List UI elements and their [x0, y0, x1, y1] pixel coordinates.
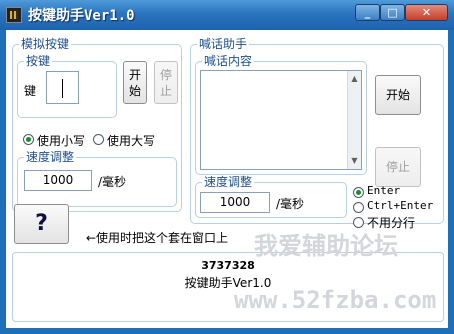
window-title: 按键助手Ver1.0 [28, 8, 135, 24]
help-hint-text: ←使用时把这个套在窗口上 [86, 231, 229, 245]
scroll-down-icon[interactable]: ▼ [348, 153, 361, 169]
key-label: 键 [24, 84, 37, 98]
shout-group: 喊话助手 喊话内容 ▲ ▼ 开始 停止 速度调整 1000 /毫秒 Enter … [190, 37, 444, 230]
key-speed-unit: /毫秒 [98, 175, 127, 189]
key-subgroup-title: 按键 [24, 54, 53, 68]
shout-start-button[interactable]: 开始 [375, 75, 421, 115]
key-input[interactable] [46, 71, 79, 104]
shout-group-title: 喊话助手 [197, 37, 250, 51]
close-button[interactable]: ✕ [405, 4, 448, 21]
shout-speed-input[interactable]: 1000 [200, 192, 270, 213]
minimize-button[interactable]: _ [355, 4, 380, 21]
maximize-button[interactable]: □ [380, 4, 405, 21]
key-subgroup: 按键 键 [17, 54, 117, 118]
client-area: 模拟按键 按键 键 开 始 停 止 使用小写 使用大写 速度调整 1000 /毫… [6, 30, 448, 328]
key-sim-group-title: 模拟按键 [19, 37, 72, 51]
radio-enter[interactable] [353, 187, 364, 198]
key-speed-group: 速度调整 1000 /毫秒 [17, 150, 177, 207]
radio-uppercase-label[interactable]: 使用大写 [107, 132, 155, 149]
info-code: 3737328 [201, 259, 255, 272]
shout-speed-title: 速度调整 [202, 175, 255, 189]
minimize-icon: _ [364, 6, 371, 19]
key-stop-button[interactable]: 停 止 [154, 61, 178, 104]
help-button[interactable]: ? [14, 204, 69, 244]
key-sim-group: 模拟按键 按键 键 开 始 停 止 使用小写 使用大写 速度调整 1000 /毫… [12, 37, 182, 212]
title-bar[interactable]: 按键助手Ver1.0 _ □ ✕ [0, 0, 454, 30]
key-speed-input[interactable]: 1000 [24, 170, 92, 191]
shout-content-textarea[interactable]: ▲ ▼ [200, 70, 362, 170]
app-icon [6, 7, 22, 23]
app-window: 按键助手Ver1.0 _ □ ✕ 模拟按键 按键 键 开 始 停 止 使用小写 … [0, 0, 454, 334]
shout-speed-unit: /毫秒 [276, 197, 305, 211]
key-speed-title: 速度调整 [24, 150, 77, 164]
radio-lowercase[interactable] [23, 134, 34, 145]
shout-speed-group: 速度调整 1000 /毫秒 [195, 175, 347, 218]
maximize-icon: □ [387, 6, 398, 19]
radio-uppercase[interactable] [93, 134, 104, 145]
info-app-name: 按键助手Ver1.0 [184, 276, 272, 290]
text-caret [62, 79, 63, 98]
close-icon: ✕ [421, 6, 432, 19]
shout-stop-button[interactable]: 停止 [375, 147, 421, 187]
radio-ctrl-enter-label[interactable]: Ctrl+Enter [367, 199, 433, 212]
scroll-up-icon[interactable]: ▲ [348, 71, 361, 87]
radio-enter-label[interactable]: Enter [367, 184, 400, 197]
radio-no-split[interactable] [353, 217, 364, 228]
info-panel: 3737328 按键助手Ver1.0 [12, 252, 444, 322]
shout-content-group: 喊话内容 ▲ ▼ [195, 54, 367, 175]
key-start-button[interactable]: 开 始 [123, 61, 147, 104]
radio-no-split-label[interactable]: 不用分行 [367, 214, 415, 231]
radio-ctrl-enter[interactable] [353, 202, 364, 213]
radio-lowercase-label[interactable]: 使用小写 [37, 132, 85, 149]
content-scrollbar[interactable]: ▲ ▼ [347, 71, 361, 169]
shout-content-title: 喊话内容 [202, 54, 255, 68]
